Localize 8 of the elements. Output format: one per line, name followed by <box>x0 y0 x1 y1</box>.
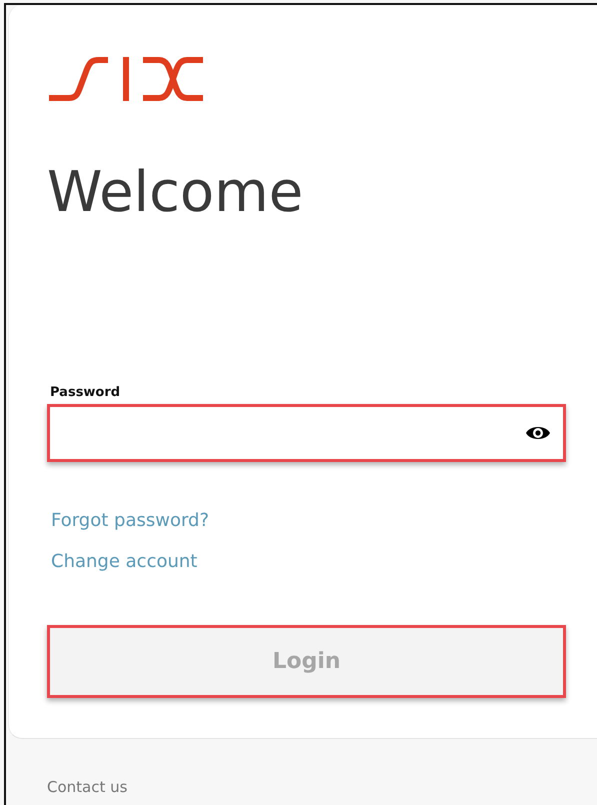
footer-link[interactable]: Contact us <box>47 778 128 796</box>
eye-icon[interactable] <box>525 424 551 442</box>
text-link[interactable]: Forgot password? <box>51 510 210 531</box>
password-field[interactable] <box>47 404 566 462</box>
logo-icon <box>47 57 203 101</box>
text-link[interactable]: Change account <box>51 551 198 572</box>
welcome-heading: Welcome <box>47 159 304 227</box>
password-label: Password <box>50 385 120 400</box>
